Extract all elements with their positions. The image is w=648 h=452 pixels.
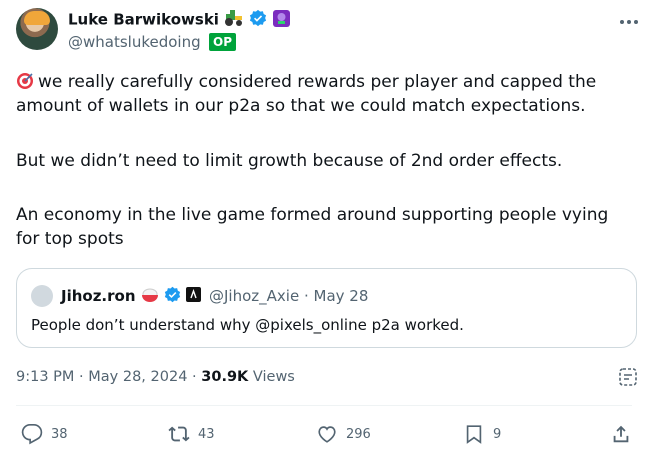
op-badge: OP <box>209 33 236 51</box>
bookmark-button[interactable]: 9 <box>463 423 501 445</box>
grok-icon[interactable] <box>617 366 639 388</box>
author-name-row[interactable]: Luke Barwikowski <box>68 9 290 31</box>
reply-button[interactable]: 38 <box>21 423 68 445</box>
quoted-meta: @Jihoz_Axie · May 28 <box>209 287 368 305</box>
verified-badge-icon[interactable] <box>249 9 267 31</box>
tweet-text-3: An economy in the live game formed aroun… <box>16 205 609 249</box>
meta-separator: · <box>79 369 84 385</box>
tweet-text-1: we really carefully considered rewards p… <box>16 72 597 116</box>
tractor-emoji <box>224 9 244 31</box>
purple-flower-badge-icon[interactable] <box>272 9 290 31</box>
views-label: Views <box>252 369 295 385</box>
quoted-text: People don’t understand why @pixels_onli… <box>31 316 464 334</box>
like-count: 296 <box>346 426 371 442</box>
share-button[interactable] <box>610 423 640 445</box>
like-button[interactable]: 296 <box>316 423 371 445</box>
target-emoji <box>16 72 34 90</box>
divider <box>16 405 632 406</box>
bookmark-icon <box>466 425 482 444</box>
author-avatar[interactable] <box>16 8 58 50</box>
quoted-author-name[interactable]: Jihoz.ron <box>61 287 136 305</box>
share-icon <box>613 425 629 443</box>
reply-count: 38 <box>51 426 68 442</box>
reply-icon <box>21 424 43 445</box>
repost-button[interactable]: 43 <box>168 423 215 445</box>
verified-badge-icon[interactable] <box>164 286 181 307</box>
views-count: 30.9K <box>201 369 249 385</box>
tweet-date[interactable]: May 28, 2024 <box>88 369 187 385</box>
quoted-tweet[interactable]: Jihoz.ron @Jihoz_Axie · May 28 People do… <box>16 268 637 348</box>
tweet-meta: 9:13 PM · May 28, 2024 · 30.9K Views <box>16 369 295 385</box>
repost-count: 43 <box>198 426 215 442</box>
quoted-date[interactable]: May 28 <box>314 287 369 305</box>
quoted-author-name-row[interactable]: Jihoz.ron <box>61 286 202 307</box>
quoted-author-handle[interactable]: @Jihoz_Axie <box>209 287 299 305</box>
meta-separator: · <box>192 369 197 385</box>
bookmark-count: 9 <box>493 426 502 442</box>
rice-bowl-emoji <box>141 287 159 307</box>
axie-badge-icon[interactable] <box>186 287 202 306</box>
quoted-author-avatar[interactable] <box>31 285 53 307</box>
quoted-separator: · <box>303 287 309 305</box>
more-icon[interactable] <box>618 12 640 24</box>
tweet-paragraph-1: we really carefully considered rewards p… <box>16 71 626 118</box>
author-handle[interactable]: @whatslukedoing <box>68 33 201 51</box>
repost-icon <box>168 426 190 442</box>
author-name[interactable]: Luke Barwikowski <box>68 11 219 29</box>
like-icon <box>318 426 336 443</box>
tweet-text-2: But we didn’t need to limit growth becau… <box>16 151 563 171</box>
tweet-time[interactable]: 9:13 PM <box>16 369 74 385</box>
